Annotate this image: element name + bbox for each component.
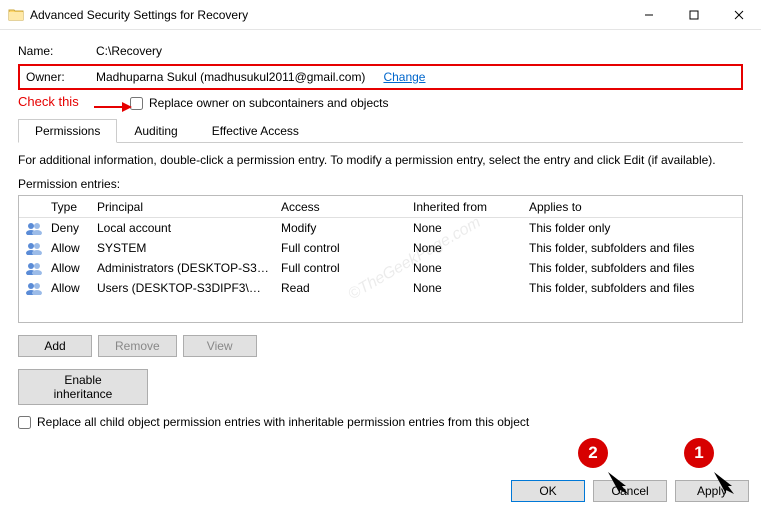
cell-principal: SYSTEM xyxy=(91,240,275,256)
maximize-icon xyxy=(689,10,699,20)
maximize-button[interactable] xyxy=(671,0,716,30)
col-inherited[interactable]: Inherited from xyxy=(407,198,523,216)
col-access[interactable]: Access xyxy=(275,198,407,216)
owner-value: Madhuparna Sukul (madhusukul2011@gmail.c… xyxy=(96,70,365,84)
window-title: Advanced Security Settings for Recovery xyxy=(30,8,626,22)
cell-inherited: None xyxy=(407,240,523,256)
owner-highlight-box: Owner: Madhuparna Sukul (madhusukul2011@… xyxy=(18,64,743,90)
remove-button[interactable]: Remove xyxy=(98,335,177,357)
tab-effective-access[interactable]: Effective Access xyxy=(195,119,316,143)
tab-permissions[interactable]: Permissions xyxy=(18,119,117,143)
cell-access: Modify xyxy=(275,220,407,236)
cell-principal: Administrators (DESKTOP-S3D... xyxy=(91,260,275,276)
col-principal[interactable]: Principal xyxy=(91,198,275,216)
cell-principal: Users (DESKTOP-S3DIPF3\Users) xyxy=(91,280,275,296)
enable-inheritance-button[interactable]: Enable inheritance xyxy=(18,369,148,405)
cell-access: Full control xyxy=(275,260,407,276)
permissions-table: Type Principal Access Inherited from App… xyxy=(18,195,743,323)
ok-button[interactable]: OK xyxy=(511,480,585,502)
annotation-check-this: Check this xyxy=(18,94,79,109)
minimize-button[interactable] xyxy=(626,0,671,30)
cell-applies: This folder only xyxy=(523,220,742,236)
owner-label: Owner: xyxy=(26,70,96,84)
cell-applies: This folder, subfolders and files xyxy=(523,240,742,256)
table-row[interactable]: AllowAdministrators (DESKTOP-S3D...Full … xyxy=(19,258,742,278)
name-label: Name: xyxy=(18,44,96,58)
annotation-arrow-icon xyxy=(92,100,132,114)
cell-applies: This folder, subfolders and files xyxy=(523,260,742,276)
table-row[interactable]: AllowSYSTEMFull controlNoneThis folder, … xyxy=(19,238,742,258)
cell-inherited: None xyxy=(407,260,523,276)
cell-type: Allow xyxy=(45,280,91,296)
tab-strip: Permissions Auditing Effective Access xyxy=(18,118,743,143)
cell-type: Allow xyxy=(45,260,91,276)
cell-type: Deny xyxy=(45,220,91,236)
annotation-arrow-ok-icon xyxy=(602,466,632,496)
cell-type: Allow xyxy=(45,240,91,256)
table-row[interactable]: AllowUsers (DESKTOP-S3DIPF3\Users)ReadNo… xyxy=(19,278,742,298)
cell-inherited: None xyxy=(407,280,523,296)
col-applies[interactable]: Applies to xyxy=(523,198,742,216)
cell-principal: Local account xyxy=(91,220,275,236)
close-icon xyxy=(734,10,744,20)
close-button[interactable] xyxy=(716,0,761,30)
annotation-arrow-apply-icon xyxy=(708,466,738,496)
view-button[interactable]: View xyxy=(183,335,257,357)
replace-all-checkbox[interactable] xyxy=(18,416,31,429)
cell-access: Full control xyxy=(275,240,407,256)
replace-all-label: Replace all child object permission entr… xyxy=(37,415,529,429)
change-owner-link[interactable]: Change xyxy=(383,70,425,84)
tab-auditing[interactable]: Auditing xyxy=(117,119,194,143)
col-type[interactable]: Type xyxy=(45,198,91,216)
users-icon xyxy=(19,280,45,296)
cell-inherited: None xyxy=(407,220,523,236)
entries-label: Permission entries: xyxy=(18,177,743,191)
folder-icon xyxy=(8,7,24,23)
annotation-badge-1: 1 xyxy=(684,438,714,468)
cell-access: Read xyxy=(275,280,407,296)
users-icon xyxy=(19,240,45,256)
table-row[interactable]: DenyLocal accountModifyNoneThis folder o… xyxy=(19,218,742,238)
title-bar: Advanced Security Settings for Recovery xyxy=(0,0,761,30)
name-value: C:\Recovery xyxy=(96,44,162,58)
annotation-badge-2: 2 xyxy=(578,438,608,468)
info-text: For additional information, double-click… xyxy=(18,153,743,167)
minimize-icon xyxy=(644,10,654,20)
users-icon xyxy=(19,220,45,236)
replace-owner-label: Replace owner on subcontainers and objec… xyxy=(149,96,388,110)
cell-applies: This folder, subfolders and files xyxy=(523,280,742,296)
users-icon xyxy=(19,260,45,276)
add-button[interactable]: Add xyxy=(18,335,92,357)
